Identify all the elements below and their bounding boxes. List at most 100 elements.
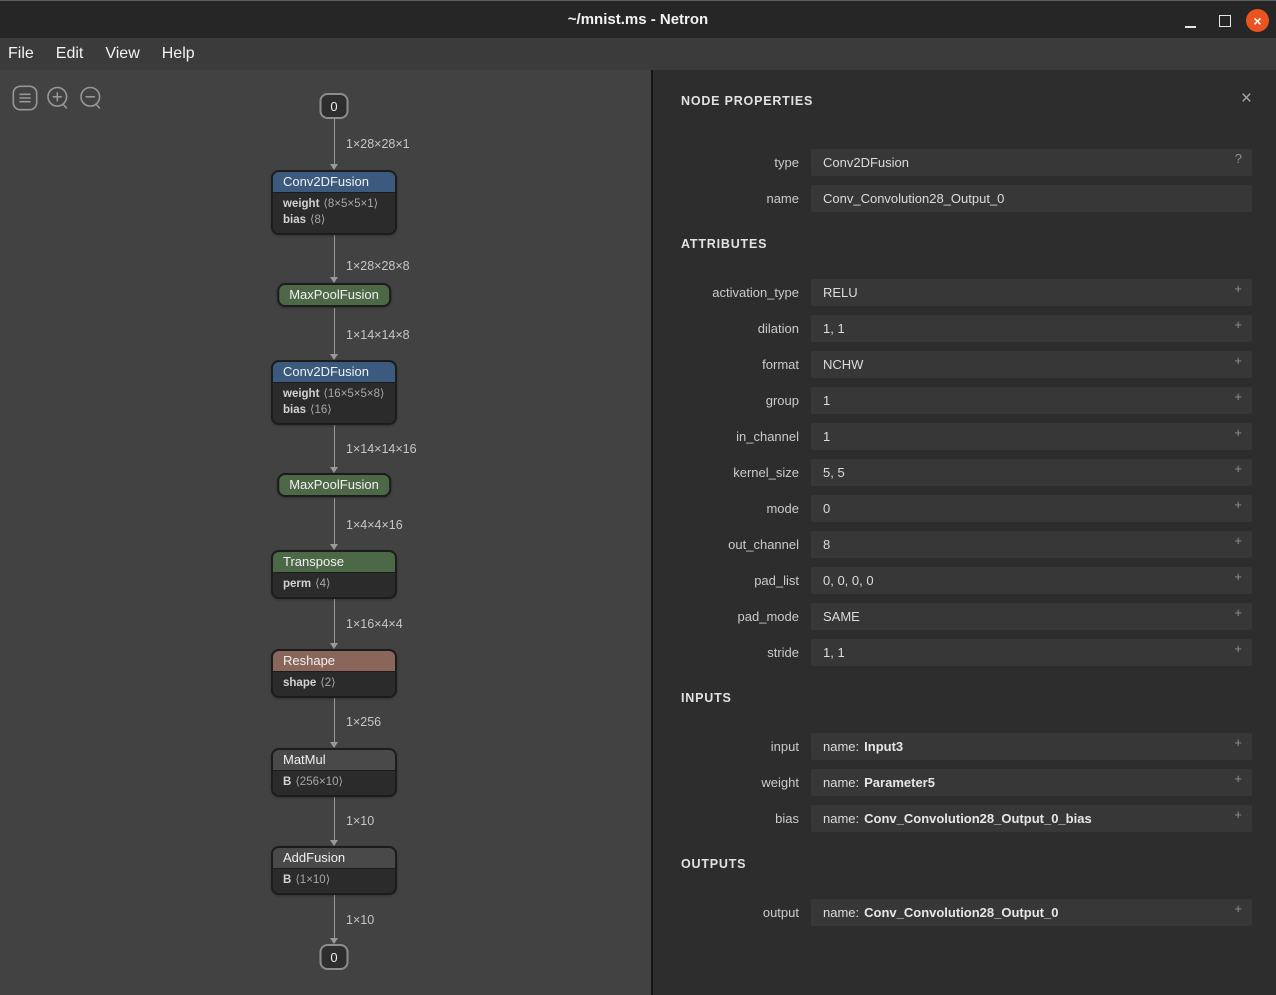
node-attr: shape⟨2⟩ [283, 675, 385, 691]
name-value-field[interactable]: Conv_Convolution28_Output_0 [811, 185, 1252, 212]
graph-node-transpose[interactable]: Transpose perm⟨4⟩ [271, 550, 397, 599]
input-value-field[interactable]: name: Conv_Convolution28_Output_0_bias + [811, 805, 1252, 832]
graph-output-node[interactable]: 0 [320, 944, 349, 970]
expand-icon[interactable]: + [1234, 902, 1242, 915]
edge-shape-label: 1×28×28×1 [346, 137, 410, 151]
attribute-value-field[interactable]: RELU + [811, 279, 1252, 306]
expand-icon[interactable]: + [1234, 498, 1242, 511]
inputs-section-title: INPUTS [681, 692, 1252, 705]
sidebar-menu-icon[interactable] [12, 85, 38, 111]
expand-icon[interactable]: + [1234, 606, 1242, 619]
node-title[interactable]: AddFusion [273, 848, 395, 869]
menu-file[interactable]: File [8, 45, 34, 63]
title-bar[interactable]: ~/mnist.ms - Netron × [0, 0, 1276, 38]
attribute-value-field[interactable]: 5, 5 + [811, 459, 1252, 486]
attribute-value-field[interactable]: 8 + [811, 531, 1252, 558]
properties-header: NODE PROPERTIES × [681, 95, 1252, 110]
attribute-value-field[interactable]: 1 + [811, 387, 1252, 414]
expand-icon[interactable]: + [1234, 390, 1242, 403]
close-panel-icon[interactable]: × [1241, 92, 1252, 106]
attribute-value-field[interactable]: 1 + [811, 423, 1252, 450]
expand-icon[interactable]: + [1234, 772, 1242, 785]
input-value-field[interactable]: name: Input3 + [811, 733, 1252, 760]
graph-toolbar [12, 85, 104, 111]
input-row: weight name: Parameter5 + [681, 769, 1252, 796]
expand-icon[interactable]: + [1234, 354, 1242, 367]
expand-icon[interactable]: + [1234, 642, 1242, 655]
type-value-field[interactable]: Conv2DFusion ? [811, 149, 1252, 176]
attribute-value-field[interactable]: SAME + [811, 603, 1252, 630]
node-attributes: B⟨1×10⟩ [273, 869, 395, 893]
edge [334, 597, 335, 643]
graph-node-conv2dfusion-2[interactable]: Conv2DFusion weight⟨16×5×5×8⟩ bias⟨16⟩ [271, 360, 397, 425]
edge [334, 696, 335, 742]
attribute-value-field[interactable]: 0, 0, 0, 0 + [811, 567, 1252, 594]
attribute-row: pad_list 0, 0, 0, 0 + [681, 567, 1252, 594]
graph-panel[interactable]: 1×28×28×1 1×28×28×8 1×14×14×8 1×14×14×16… [0, 70, 651, 995]
attribute-value-field[interactable]: 1, 1 + [811, 639, 1252, 666]
attribute-value-field[interactable]: 1, 1 + [811, 315, 1252, 342]
expand-icon[interactable]: + [1234, 318, 1242, 331]
zoom-in-icon[interactable] [45, 85, 71, 111]
graph-node-reshape[interactable]: Reshape shape⟨2⟩ [271, 649, 397, 698]
node-title[interactable]: MaxPoolFusion [279, 475, 389, 495]
attribute-value-field[interactable]: NCHW + [811, 351, 1252, 378]
output-value-field[interactable]: name: Conv_Convolution28_Output_0 + [811, 899, 1252, 926]
menu-help[interactable]: Help [162, 45, 195, 63]
expand-icon[interactable]: + [1234, 570, 1242, 583]
expand-icon[interactable]: + [1234, 808, 1242, 821]
graph-input-node[interactable]: 0 [320, 93, 349, 119]
edge-shape-label: 1×16×4×4 [346, 617, 403, 631]
graph-node-addfusion[interactable]: AddFusion B⟨1×10⟩ [271, 846, 397, 895]
input-value-field[interactable]: name: Parameter5 + [811, 769, 1252, 796]
graph-node-matmul[interactable]: MatMul B⟨256×10⟩ [271, 748, 397, 797]
expand-icon[interactable]: + [1234, 426, 1242, 439]
node-attr: perm⟨4⟩ [283, 576, 385, 592]
close-button[interactable]: × [1246, 9, 1269, 32]
expand-icon[interactable]: + [1234, 736, 1242, 749]
app-window: ~/mnist.ms - Netron × File Edit View Hel… [0, 0, 1276, 995]
node-title[interactable]: MatMul [273, 750, 395, 771]
expand-icon[interactable]: + [1234, 534, 1242, 547]
edge-shape-label: 1×10 [346, 913, 374, 927]
input-row: input name: Input3 + [681, 733, 1252, 760]
graph-node-maxpoolfusion-1[interactable]: MaxPoolFusion [277, 283, 391, 307]
edge-shape-label: 1×14×14×8 [346, 328, 410, 342]
outputs-section-title: OUTPUTS [681, 858, 1252, 871]
graph-node-conv2dfusion-1[interactable]: Conv2DFusion weight⟨8×5×5×1⟩ bias⟨8⟩ [271, 170, 397, 235]
content-area: 1×28×28×1 1×28×28×8 1×14×14×8 1×14×14×16… [0, 70, 1276, 995]
menu-edit[interactable]: Edit [56, 45, 84, 63]
node-title[interactable]: Transpose [273, 552, 395, 573]
attribute-row: pad_mode SAME + [681, 603, 1252, 630]
node-attr: B⟨1×10⟩ [283, 872, 385, 888]
node-title[interactable]: Reshape [273, 651, 395, 672]
edge-shape-label: 1×256 [346, 715, 381, 729]
attributes-section-title: ATTRIBUTES [681, 238, 1252, 251]
node-title[interactable]: Conv2DFusion [273, 362, 395, 383]
attribute-value-field[interactable]: 0 + [811, 495, 1252, 522]
attribute-row: mode 0 + [681, 495, 1252, 522]
property-row-name: name Conv_Convolution28_Output_0 [681, 185, 1252, 212]
edge [334, 422, 335, 467]
node-title[interactable]: Conv2DFusion [273, 172, 395, 193]
menu-view[interactable]: View [105, 45, 139, 63]
minimize-button[interactable] [1185, 26, 1196, 28]
edge [334, 794, 335, 840]
attribute-row: in_channel 1 + [681, 423, 1252, 450]
node-attributes: weight⟨8×5×5×1⟩ bias⟨8⟩ [273, 193, 395, 233]
edge [334, 119, 335, 164]
node-attributes: perm⟨4⟩ [273, 573, 395, 597]
attribute-row: out_channel 8 + [681, 531, 1252, 558]
graph-node-maxpoolfusion-2[interactable]: MaxPoolFusion [277, 473, 391, 497]
maximize-button[interactable] [1219, 15, 1231, 27]
zoom-out-icon[interactable] [78, 85, 104, 111]
edge-shape-label: 1×28×28×8 [346, 259, 410, 273]
node-attr: B⟨256×10⟩ [283, 774, 385, 790]
property-label: type [681, 155, 799, 170]
type-help-icon[interactable]: ? [1235, 152, 1242, 165]
attribute-row: kernel_size 5, 5 + [681, 459, 1252, 486]
node-title[interactable]: MaxPoolFusion [279, 285, 389, 305]
edge [334, 498, 335, 544]
expand-icon[interactable]: + [1234, 282, 1242, 295]
expand-icon[interactable]: + [1234, 462, 1242, 475]
